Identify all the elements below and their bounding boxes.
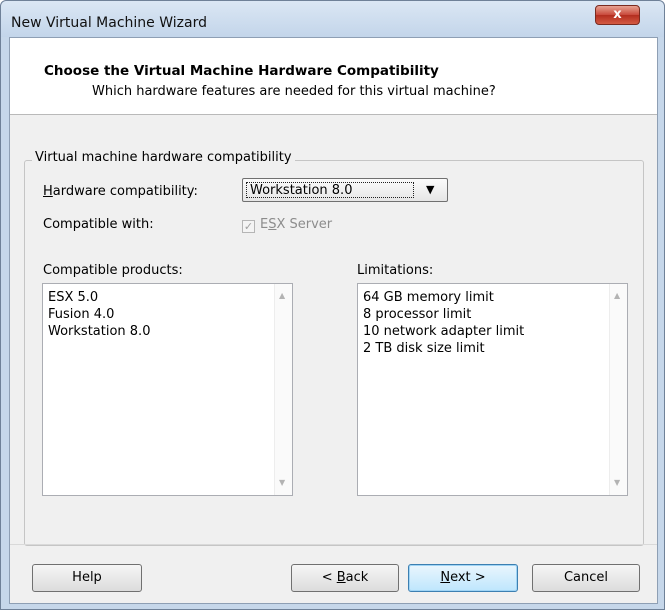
hardware-compatibility-label: Hardware compatibility:: [43, 184, 198, 200]
mnemonic-h: H: [43, 184, 53, 199]
window-title: New Virtual Machine Wizard: [11, 15, 207, 31]
back-button[interactable]: < Back: [291, 564, 399, 592]
compatible-products-list[interactable]: ESX 5.0 Fusion 4.0 Workstation 8.0 ▲ ▼: [42, 283, 293, 496]
hardware-compatibility-label-text: ardware compatibility:: [52, 184, 198, 199]
scroll-up-icon[interactable]: ▲: [614, 292, 620, 300]
page-title: Choose the Virtual Machine Hardware Comp…: [44, 63, 439, 79]
limitations-label: Limitations:: [357, 263, 434, 278]
close-icon: x: [613, 7, 622, 22]
next-label-rest: ext >: [450, 570, 486, 585]
page-subtitle: Which hardware features are needed for t…: [92, 84, 496, 99]
compatible-with-label: Compatible with:: [43, 217, 154, 232]
chevron-down-icon[interactable]: ▼: [426, 184, 434, 196]
list-item: 2 TB disk size limit: [363, 341, 485, 356]
checkmark-icon: ✓: [243, 220, 254, 233]
list-item[interactable]: Workstation 8.0: [48, 323, 150, 340]
hardware-compatibility-value: Workstation 8.0: [246, 182, 414, 198]
list-item: 10 network adapter limit: [363, 324, 525, 339]
products-scrollbar[interactable]: ▲ ▼: [274, 284, 292, 495]
esx-label-part1: E: [260, 217, 269, 232]
scroll-down-icon[interactable]: ▼: [279, 479, 285, 487]
back-label-prefix: <: [321, 570, 337, 585]
esx-server-label: ESX Server: [260, 217, 332, 233]
compatible-products-items: ESX 5.0 Fusion 4.0 Workstation 8.0: [48, 289, 150, 340]
wizard-client-area: Choose the Virtual Machine Hardware Comp…: [9, 37, 658, 604]
limitations-scrollbar[interactable]: ▲ ▼: [609, 284, 627, 495]
help-button[interactable]: Help: [32, 564, 142, 592]
title-bar[interactable]: New Virtual Machine Wizard x: [1, 1, 664, 37]
mnemonic-b: B: [336, 570, 346, 585]
esx-label-part2: X Server: [276, 217, 333, 232]
list-item: 8 processor limit: [363, 307, 472, 322]
cancel-button[interactable]: Cancel: [532, 564, 640, 592]
hardware-compatibility-select[interactable]: Workstation 8.0 ▼: [242, 178, 448, 202]
wizard-window: New Virtual Machine Wizard x Choose the …: [0, 0, 665, 610]
list-item[interactable]: ESX 5.0: [48, 289, 150, 306]
mnemonic-n: N: [440, 570, 451, 585]
limitations-list[interactable]: 64 GB memory limit 8 processor limit 10 …: [357, 283, 628, 496]
limitations-items: 64 GB memory limit 8 processor limit 10 …: [363, 289, 524, 357]
back-label-rest: ack: [345, 570, 369, 585]
esx-server-checkbox[interactable]: ✓: [242, 220, 255, 233]
compatible-products-label: Compatible products:: [43, 263, 183, 278]
scroll-up-icon[interactable]: ▲: [279, 292, 285, 300]
scroll-down-icon[interactable]: ▼: [614, 479, 620, 487]
list-item: 64 GB memory limit: [363, 290, 494, 305]
wizard-header: Choose the Virtual Machine Hardware Comp…: [10, 38, 657, 115]
next-button[interactable]: Next >: [408, 564, 518, 592]
list-item[interactable]: Fusion 4.0: [48, 306, 150, 323]
group-legend: Virtual machine hardware compatibility: [32, 150, 295, 166]
footer-divider: [10, 544, 657, 545]
close-button[interactable]: x: [595, 5, 640, 25]
